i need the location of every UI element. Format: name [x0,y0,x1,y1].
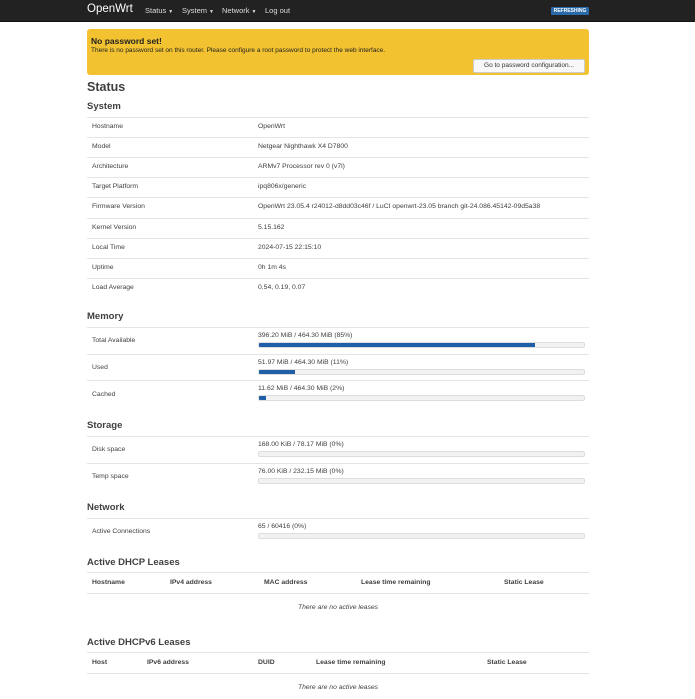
progress-bar [258,368,585,375]
row-label: Firmware Version [92,203,145,211]
column-header: Hostname [92,579,125,586]
memory-heading: Memory [87,311,124,322]
column-header: Lease time remaining [316,659,386,666]
row-label: Cached [92,390,116,398]
progress-fill [259,396,266,401]
storage-heading: Storage [87,420,123,431]
brand-logo[interactable]: OpenWrt [87,3,133,15]
row-label: Model [92,143,111,151]
row-value: OpenWrt 23.05.4 r24012-d8dd03c46f / LuCI… [258,203,541,211]
info-row: Active Connections 65 / 60416 (0%) [87,518,589,546]
password-config-button[interactable]: Go to password configuration... [473,59,585,73]
row-value: ipq806x/generic [258,183,306,191]
row-label: Temp space [92,472,129,480]
info-row: Kernel Version 5.15.162 [87,217,589,239]
progress-bar [258,477,585,484]
row-label: Local Time [92,243,125,251]
progress-bar [258,342,585,348]
row-value: 51.97 MiB / 464.30 MiB (11%) [258,358,349,366]
info-row: Firmware Version OpenWrt 23.05.4 r24012-d… [87,197,589,218]
row-value: 76.00 KiB / 232.15 MiB (0%) [258,467,344,475]
system-heading: System [87,101,121,112]
column-header: Lease time remaining [361,579,431,586]
menu-network-label: Network [222,6,250,15]
alert-title: No password set! [91,36,162,46]
chevron-down-icon: ▼ [251,9,257,15]
dhcp6-heading: Active DHCPv6 Leases [87,637,191,648]
info-row: Uptime 0h 1m 4s [87,257,589,279]
network-heading: Network [87,502,125,513]
dhcp6-empty-message: There are no active leases [297,684,379,691]
refreshing-badge[interactable]: REFRESHING [551,7,589,15]
dhcp-empty-message: There are no active leases [297,604,379,611]
info-row: Temp space 76.00 KiB / 232.15 MiB (0%) [87,462,589,491]
menu-network[interactable]: Network ▼ [222,6,256,15]
progress-fill [259,369,295,374]
top-navbar: OpenWrt Status ▼ System ▼ Network ▼ Log out… [0,0,695,22]
dhcp6-table-header: Host IPv6 address DUID Lease time remain… [87,652,589,674]
progress-fill [259,343,536,347]
row-value: 2024-07-15 22:15:10 [258,243,322,251]
row-label: Total Available [92,337,136,345]
info-row: Cached 11.62 MiB / 464.30 MiB (2%) [87,380,589,408]
row-label: Uptime [92,263,114,271]
progress-bar [258,533,585,539]
column-header: Static Lease [504,579,544,586]
chevron-down-icon: ▼ [168,9,174,15]
column-header: Static Lease [487,659,527,666]
progress-bar [258,451,585,457]
chevron-down-icon: ▼ [209,9,214,15]
column-header: MAC address [264,579,308,586]
row-value: 0h 1m 4s [258,263,286,271]
dhcp-heading: Active DHCP Leases [87,557,180,568]
info-row: Used 51.97 MiB / 464.30 MiB (11%) [87,353,589,382]
row-label: Disk space [92,446,126,454]
dhcp-table-header: Hostname IPv4 address MAC address Lease … [87,572,589,594]
row-value: 5.15.162 [258,223,285,231]
row-value: Netgear Nighthawk X4 D7800 [258,143,348,151]
info-row: Load Average 0.54, 0.19, 0.07 [87,277,589,299]
row-value: ARMv7 Processor rev 0 (v7l) [258,163,345,171]
row-value: 11.62 MiB / 464.30 MiB (2%) [258,385,345,393]
menu-system-label: System [182,6,208,15]
row-label: Kernel Version [92,223,137,231]
row-value: 65 / 60416 (0%) [258,523,307,530]
info-row: Hostname OpenWrt [87,117,589,138]
menu-system[interactable]: System ▼ [182,6,214,15]
page-title: Status [87,80,126,94]
info-row: Model Netgear Nighthawk X4 D7800 [87,137,589,158]
menu-status[interactable]: Status ▼ [145,6,173,15]
no-password-alert: No password set! There is no password se… [87,29,589,75]
row-label: Used [92,364,108,372]
info-row: Total Available 396.20 MiB / 464.30 MiB (… [87,327,589,355]
row-label: Hostname [92,123,123,131]
progress-bar [258,395,585,402]
row-label: Load Average [92,283,134,291]
row-label: Target Platform [92,183,139,191]
row-label: Architecture [92,163,129,171]
row-value: 0.54, 0.19, 0.07 [258,283,306,291]
row-value: 396.20 MiB / 464.30 MiB (85%) [258,332,353,339]
menu-status-label: Status [145,6,167,15]
info-row: Local Time 2024-07-15 22:15:10 [87,237,589,259]
column-header: Host [92,659,108,666]
info-row: Architecture ARMv7 Processor rev 0 (v7l) [87,157,589,178]
row-value: 168.00 KiB / 78.17 MiB (0%) [258,441,344,448]
column-header: DUID [258,659,275,666]
row-value: OpenWrt [258,123,286,131]
info-row: Target Platform ipq806x/generic [87,177,589,198]
column-header: IPv6 address [147,659,189,666]
info-row: Disk space 168.00 KiB / 78.17 MiB (0%) [87,436,589,464]
logout-link[interactable]: Log out [265,6,290,15]
alert-text: There is no password set on this router.… [91,47,386,54]
row-label: Active Connections [92,528,151,536]
column-header: IPv4 address [170,579,212,586]
